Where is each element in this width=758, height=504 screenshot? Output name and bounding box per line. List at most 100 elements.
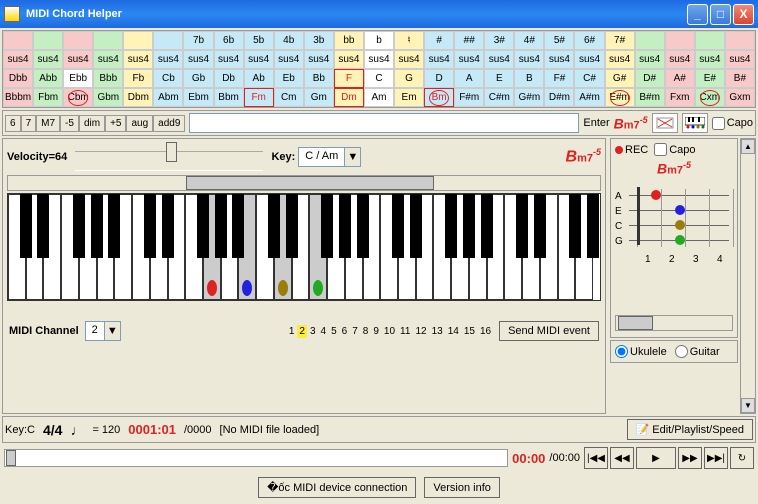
channel-11[interactable]: 11 — [398, 325, 412, 338]
chord-cell[interactable]: 6# — [574, 31, 604, 50]
black-key[interactable] — [108, 194, 120, 258]
skip-start-button[interactable]: |◀◀ — [584, 447, 608, 469]
chord-cell[interactable]: # — [424, 31, 454, 50]
chord-cell[interactable]: Em — [394, 88, 424, 107]
chord-cell[interactable]: Gxm — [725, 88, 755, 107]
chord-cell[interactable]: sus4 — [3, 50, 33, 69]
maximize-button[interactable]: □ — [710, 4, 731, 25]
chord-cell[interactable] — [153, 31, 183, 50]
chord-cell[interactable]: 3b — [304, 31, 334, 50]
chord-cell[interactable]: Bbbm — [3, 88, 33, 107]
channel-13[interactable]: 13 — [430, 325, 445, 338]
channel-6[interactable]: 6 — [340, 325, 350, 338]
chord-cell[interactable]: Abb — [33, 69, 63, 88]
send-midi-button[interactable]: Send MIDI event — [499, 321, 599, 341]
chevron-down-icon[interactable]: ▼ — [104, 322, 120, 340]
chord-cell[interactable]: sus4 — [454, 50, 484, 69]
black-key[interactable] — [339, 194, 351, 258]
chord-cell[interactable]: E — [484, 69, 514, 88]
modifier-+5[interactable]: +5 — [105, 115, 126, 132]
minimize-button[interactable]: _ — [687, 4, 708, 25]
chord-cell[interactable]: Fbm — [33, 88, 63, 107]
chord-cell[interactable]: Abm — [153, 88, 183, 107]
chord-cell[interactable]: A — [454, 69, 484, 88]
chord-cell[interactable]: 6b — [214, 31, 244, 50]
chord-cell[interactable]: 3# — [484, 31, 514, 50]
fretboard[interactable]: AECG1234 — [615, 185, 733, 265]
black-key[interactable] — [37, 194, 49, 258]
black-key[interactable] — [162, 194, 174, 258]
modifier--5[interactable]: -5 — [60, 115, 79, 132]
chord-cell[interactable] — [3, 31, 33, 50]
chord-cell[interactable]: Bb — [304, 69, 334, 88]
loop-button[interactable]: ↻ — [730, 447, 754, 469]
chord-cell[interactable]: sus4 — [183, 50, 213, 69]
chord-cell[interactable]: Cbm — [63, 88, 93, 107]
chevron-down-icon[interactable]: ▼ — [344, 148, 360, 166]
piano-scroll[interactable] — [7, 175, 601, 191]
channel-1[interactable]: 1 — [287, 325, 297, 338]
modifier-7[interactable]: 7 — [21, 115, 37, 132]
modifier-aug[interactable]: aug — [126, 115, 153, 132]
chord-cell[interactable]: sus4 — [514, 50, 544, 69]
black-key[interactable] — [569, 194, 581, 258]
black-key[interactable] — [516, 194, 528, 258]
chord-cell[interactable]: Fb — [123, 69, 153, 88]
channel-9[interactable]: 9 — [371, 325, 381, 338]
chord-cell[interactable]: sus4 — [665, 50, 695, 69]
chord-cell[interactable]: G# — [605, 69, 635, 88]
chord-cell[interactable]: Dbb — [3, 69, 33, 88]
black-key[interactable] — [321, 194, 333, 258]
chord-cell[interactable]: G — [394, 69, 424, 88]
chord-cell[interactable]: 5b — [244, 31, 274, 50]
chord-cell[interactable]: Bbb — [93, 69, 123, 88]
chord-cell[interactable]: C#m — [484, 88, 514, 107]
black-key[interactable] — [73, 194, 85, 258]
chord-input[interactable] — [189, 113, 579, 133]
channel-5[interactable]: 5 — [329, 325, 339, 338]
capo-checkbox-top[interactable]: Capo — [712, 117, 753, 130]
chord-cell[interactable]: sus4 — [244, 50, 274, 69]
black-key[interactable] — [410, 194, 422, 258]
chord-cell[interactable]: Cm — [274, 88, 304, 107]
modifier-M7[interactable]: M7 — [36, 115, 60, 132]
chord-cell[interactable]: sus4 — [304, 50, 334, 69]
chord-cell[interactable]: 4# — [514, 31, 544, 50]
chord-cell[interactable]: sus4 — [93, 50, 123, 69]
chord-cell[interactable]: E# — [695, 69, 725, 88]
chord-cell[interactable]: ♮ — [394, 31, 424, 50]
velocity-slider[interactable] — [75, 151, 263, 171]
channel-2[interactable]: 2 — [297, 325, 307, 338]
chord-cell[interactable] — [33, 31, 63, 50]
piano-keyboard[interactable] — [7, 193, 601, 301]
chord-cell[interactable]: sus4 — [364, 50, 394, 69]
chord-cell[interactable]: Dbm — [123, 88, 153, 107]
chord-cell[interactable]: Fm — [244, 88, 274, 107]
rec-checkbox[interactable]: REC — [615, 144, 648, 156]
chord-cell[interactable]: Dm — [334, 88, 364, 107]
chord-cell[interactable]: sus4 — [424, 50, 454, 69]
key-select[interactable]: C / Am▼ — [298, 147, 361, 167]
chord-cell[interactable] — [93, 31, 123, 50]
chord-cell[interactable] — [123, 31, 153, 50]
chord-cell[interactable]: sus4 — [334, 50, 364, 69]
chord-cell[interactable]: sus4 — [153, 50, 183, 69]
chord-cell[interactable]: sus4 — [63, 50, 93, 69]
channel-8[interactable]: 8 — [361, 325, 371, 338]
chord-cell[interactable]: Ebm — [183, 88, 213, 107]
rewind-button[interactable]: ◀◀ — [610, 447, 634, 469]
chord-cell[interactable]: sus4 — [725, 50, 755, 69]
chord-cell[interactable]: Ab — [244, 69, 274, 88]
modifier-dim[interactable]: dim — [79, 115, 105, 132]
chord-cell[interactable]: C# — [574, 69, 604, 88]
black-key[interactable] — [357, 194, 369, 258]
chord-cell[interactable]: B# — [725, 69, 755, 88]
close-button[interactable]: X — [733, 4, 754, 25]
chord-cell[interactable]: Gm — [304, 88, 334, 107]
chord-cell[interactable]: 5# — [544, 31, 574, 50]
black-key[interactable] — [144, 194, 156, 258]
chord-cell[interactable]: D# — [635, 69, 665, 88]
chord-cell[interactable] — [63, 31, 93, 50]
chord-cell[interactable]: sus4 — [394, 50, 424, 69]
black-key[interactable] — [587, 194, 599, 258]
